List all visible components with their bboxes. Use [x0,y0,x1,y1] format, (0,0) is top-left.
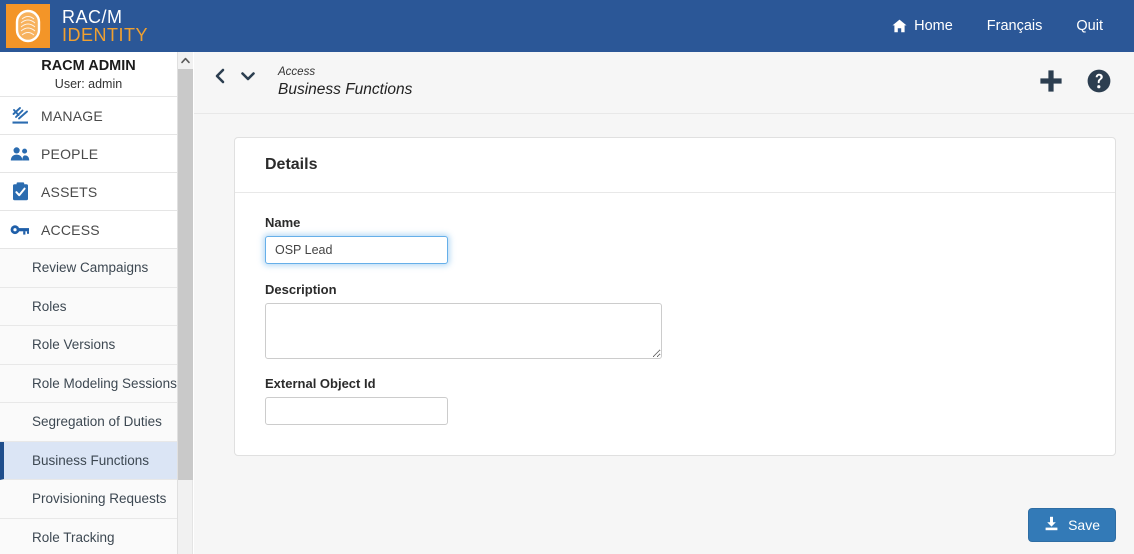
sidebar-subitem-business-functions[interactable]: Business Functions [0,441,177,480]
external-object-id-label: External Object Id [265,376,376,391]
scroll-up-icon[interactable] [178,52,193,69]
description-textarea[interactable] [265,303,662,359]
breadcrumb-nav-controls [214,66,256,89]
sidebar-subitem-label: Roles [32,298,67,314]
sidebar-subitem-label: Provisioning Requests [32,491,167,507]
name-input[interactable] [265,236,448,264]
details-panel-body: Name Description External Object Id [235,193,1115,455]
sidebar-subitem-label: Review Campaigns [32,260,149,276]
field-external-object-id: External Object Id [265,376,1085,425]
details-panel-header: Details [235,138,1115,193]
fingerprint-icon [6,4,50,48]
clipboard-check-icon [10,182,30,202]
sidebar-user-block: RACM ADMIN User: admin [0,52,177,97]
sidebar-subitem-label: Segregation of Duties [32,414,162,430]
field-name: Name [265,215,1085,264]
sidebar-item-manage[interactable]: MANAGE [0,97,177,135]
breadcrumb: Access Business Functions [278,66,412,99]
details-panel-title: Details [265,156,318,173]
application-window: RAC/M IDENTITY Home Français Quit RACM A… [0,0,1134,554]
sidebar-navigation: RACM ADMIN User: admin MANAGE PEOPLE ASS… [0,52,178,554]
sidebar-subitem-review-campaigns[interactable]: Review Campaigns [0,249,177,288]
nav-quit[interactable]: Quit [1059,18,1120,34]
key-icon [10,220,30,240]
brand-logo-area[interactable]: RAC/M IDENTITY [0,4,148,48]
question-circle-icon[interactable] [1086,68,1112,99]
external-object-id-input[interactable] [265,397,448,425]
main-content: Access Business Functions Details Name O… [194,52,1134,554]
top-navigation: Home Français Quit [875,18,1134,34]
page-title: Business Functions [278,80,413,98]
sidebar-subitem-role-versions[interactable]: Role Versions [0,326,177,365]
save-button-label: Save [1068,517,1100,533]
sidebar-scrollbar[interactable] [178,52,193,554]
nav-language-label: Français [986,18,1043,34]
sidebar-subitem-segregation-of-duties[interactable]: Segregation of Duties [0,403,177,442]
nav-home[interactable]: Home [875,18,970,34]
sidebar-subitem-roles[interactable]: Roles [0,287,177,326]
nav-language[interactable]: Français [970,18,1060,34]
top-header-bar: RAC/M IDENTITY Home Français Quit [0,0,1134,52]
sidebar-item-assets[interactable]: ASSETS [0,173,177,211]
gavel-icon [10,106,30,126]
name-label: Name [265,215,301,230]
chevron-down-icon[interactable] [240,69,256,88]
scrollbar-thumb[interactable] [178,69,193,480]
home-icon [892,19,907,33]
brand-wordmark: RAC/M IDENTITY [62,6,149,45]
breadcrumb-parent[interactable]: Access [278,66,412,80]
sidebar-item-people[interactable]: PEOPLE [0,135,177,173]
sidebar-item-manage-label: MANAGE [41,107,103,124]
plus-icon[interactable] [1038,68,1064,99]
description-label: Description [265,282,337,297]
save-download-icon [1044,516,1059,534]
people-icon [10,144,30,164]
nav-home-label: Home [914,18,953,34]
breadcrumb-actions [1038,66,1112,99]
sidebar-item-access-label: ACCESS [41,221,100,238]
sidebar-subitem-label: Role Tracking [32,529,115,545]
sidebar-user-name: RACM ADMIN [41,58,136,74]
breadcrumb-bar: Access Business Functions [194,52,1134,114]
sidebar-subitem-role-modeling-sessions[interactable]: Role Modeling Sessions [0,364,177,403]
sidebar-item-people-label: PEOPLE [41,145,99,162]
details-panel: Details Name Description External Object… [234,137,1116,456]
sidebar-user-login: User: admin [54,77,123,91]
brand-line-secondary: IDENTITY [62,25,149,45]
sidebar-subitem-label: Business Functions [32,452,150,468]
field-description: Description [265,282,1085,359]
sidebar-subitem-provisioning-requests[interactable]: Provisioning Requests [0,480,177,519]
sidebar-subitem-label: Role Modeling Sessions [32,375,177,391]
chevron-left-icon[interactable] [214,68,226,89]
brand-line-primary: RAC/M [62,6,123,27]
sidebar-item-access[interactable]: ACCESS [0,211,177,249]
sidebar-subitem-label: Role Versions [32,337,116,353]
sidebar-item-assets-label: ASSETS [41,183,98,200]
save-button[interactable]: Save [1028,508,1116,542]
sidebar-subitem-role-tracking[interactable]: Role Tracking [0,518,177,554]
nav-quit-label: Quit [1076,18,1103,34]
